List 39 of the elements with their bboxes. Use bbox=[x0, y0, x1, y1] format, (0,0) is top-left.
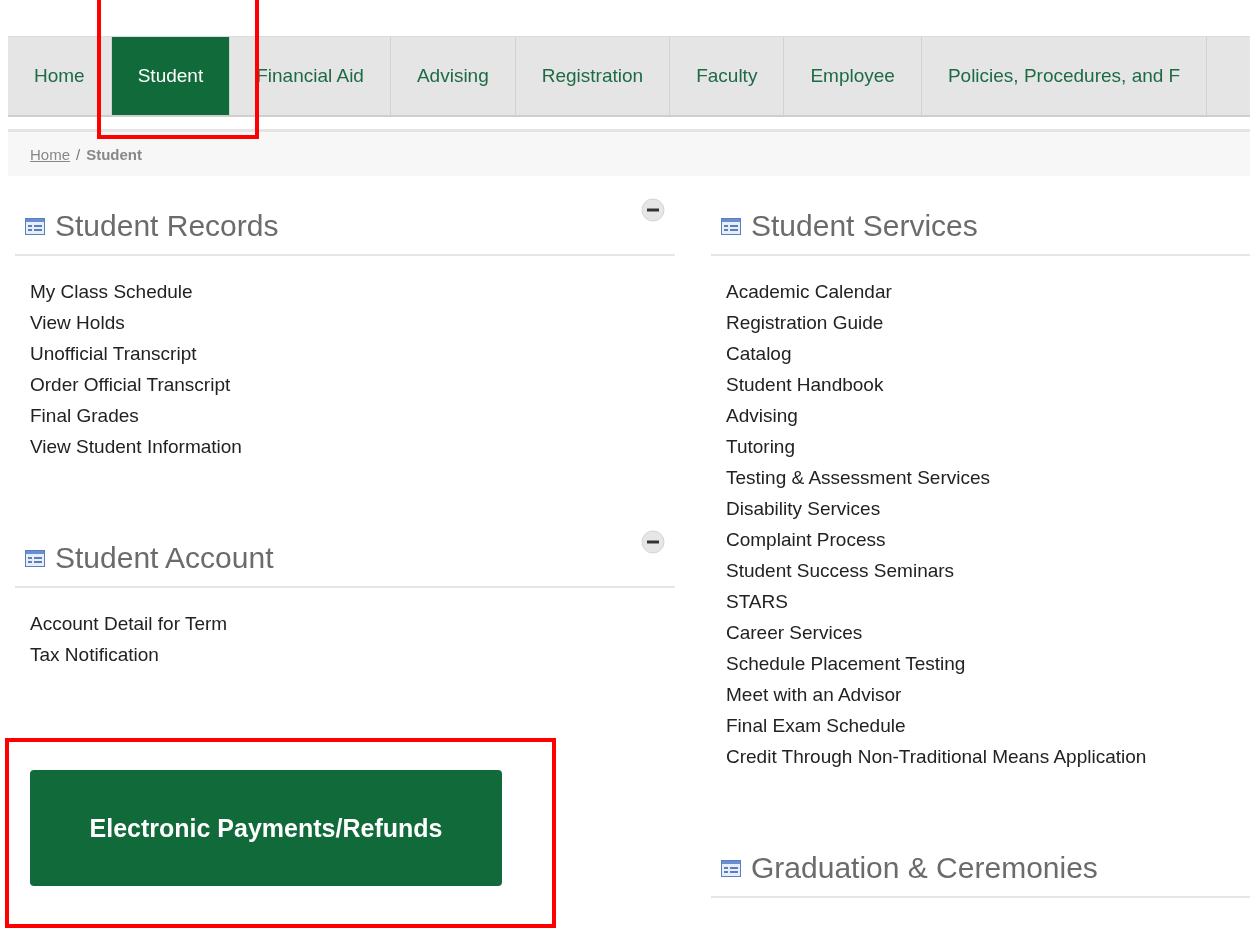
section-link[interactable]: My Class Schedule bbox=[30, 281, 193, 302]
section-link[interactable]: Registration Guide bbox=[726, 312, 884, 333]
section-link[interactable]: Academic Calendar bbox=[726, 281, 892, 302]
nav-tab[interactable]: Registration bbox=[515, 37, 671, 115]
breadcrumb-separator: / bbox=[76, 145, 81, 163]
section-link[interactable]: Career Services bbox=[726, 622, 863, 643]
section-link[interactable]: View Holds bbox=[30, 312, 125, 333]
section-link[interactable]: Complaint Process bbox=[726, 529, 886, 550]
breadcrumb-current: Student bbox=[86, 145, 142, 163]
section-link[interactable]: Order Official Transcript bbox=[30, 374, 231, 395]
section-link[interactable]: Account Detail for Term bbox=[30, 613, 228, 634]
section-link[interactable]: Final Grades bbox=[30, 405, 139, 426]
nav-tab[interactable]: Advising bbox=[390, 37, 516, 115]
nav-tab[interactable]: Faculty bbox=[670, 37, 785, 115]
payments-button[interactable]: Electronic Payments/Refunds bbox=[30, 770, 502, 886]
nav-tab[interactable]: Student bbox=[111, 37, 231, 115]
section-link[interactable]: Unofficial Transcript bbox=[30, 343, 197, 364]
nav-tab[interactable]: Policies, Procedures, and F bbox=[921, 37, 1208, 115]
section-link[interactable]: View Student Information bbox=[30, 436, 242, 457]
section-title: Student Records bbox=[55, 209, 279, 243]
section-link[interactable]: Meet with an Advisor bbox=[726, 684, 902, 705]
nav-tab[interactable]: Employee bbox=[784, 37, 922, 115]
section-link[interactable]: Student Handbook bbox=[726, 374, 884, 395]
section-link[interactable]: Tax Notification bbox=[30, 644, 159, 665]
section-link[interactable]: Final Exam Schedule bbox=[726, 715, 906, 736]
section-link[interactable]: Testing & Assessment Services bbox=[726, 467, 990, 488]
section-title: Graduation & Ceremonies bbox=[751, 851, 1098, 885]
nav-tab[interactable]: Home bbox=[8, 37, 112, 115]
section-title: Student Services bbox=[751, 209, 978, 243]
section-link[interactable]: STARS bbox=[726, 591, 788, 612]
section-link[interactable]: Advising bbox=[726, 405, 798, 426]
section-link[interactable]: Schedule Placement Testing bbox=[726, 653, 966, 674]
nav-tab[interactable]: Financial Aid bbox=[230, 37, 391, 115]
section-link[interactable]: Tutoring bbox=[726, 436, 795, 457]
section-title: Student Account bbox=[55, 541, 274, 575]
section-link[interactable]: Catalog bbox=[726, 343, 792, 364]
section-link[interactable]: Disability Services bbox=[726, 498, 881, 519]
section-link[interactable]: Credit Through Non-Traditional Means Application bbox=[726, 746, 1147, 767]
section-link[interactable]: Student Success Seminars bbox=[726, 560, 955, 581]
